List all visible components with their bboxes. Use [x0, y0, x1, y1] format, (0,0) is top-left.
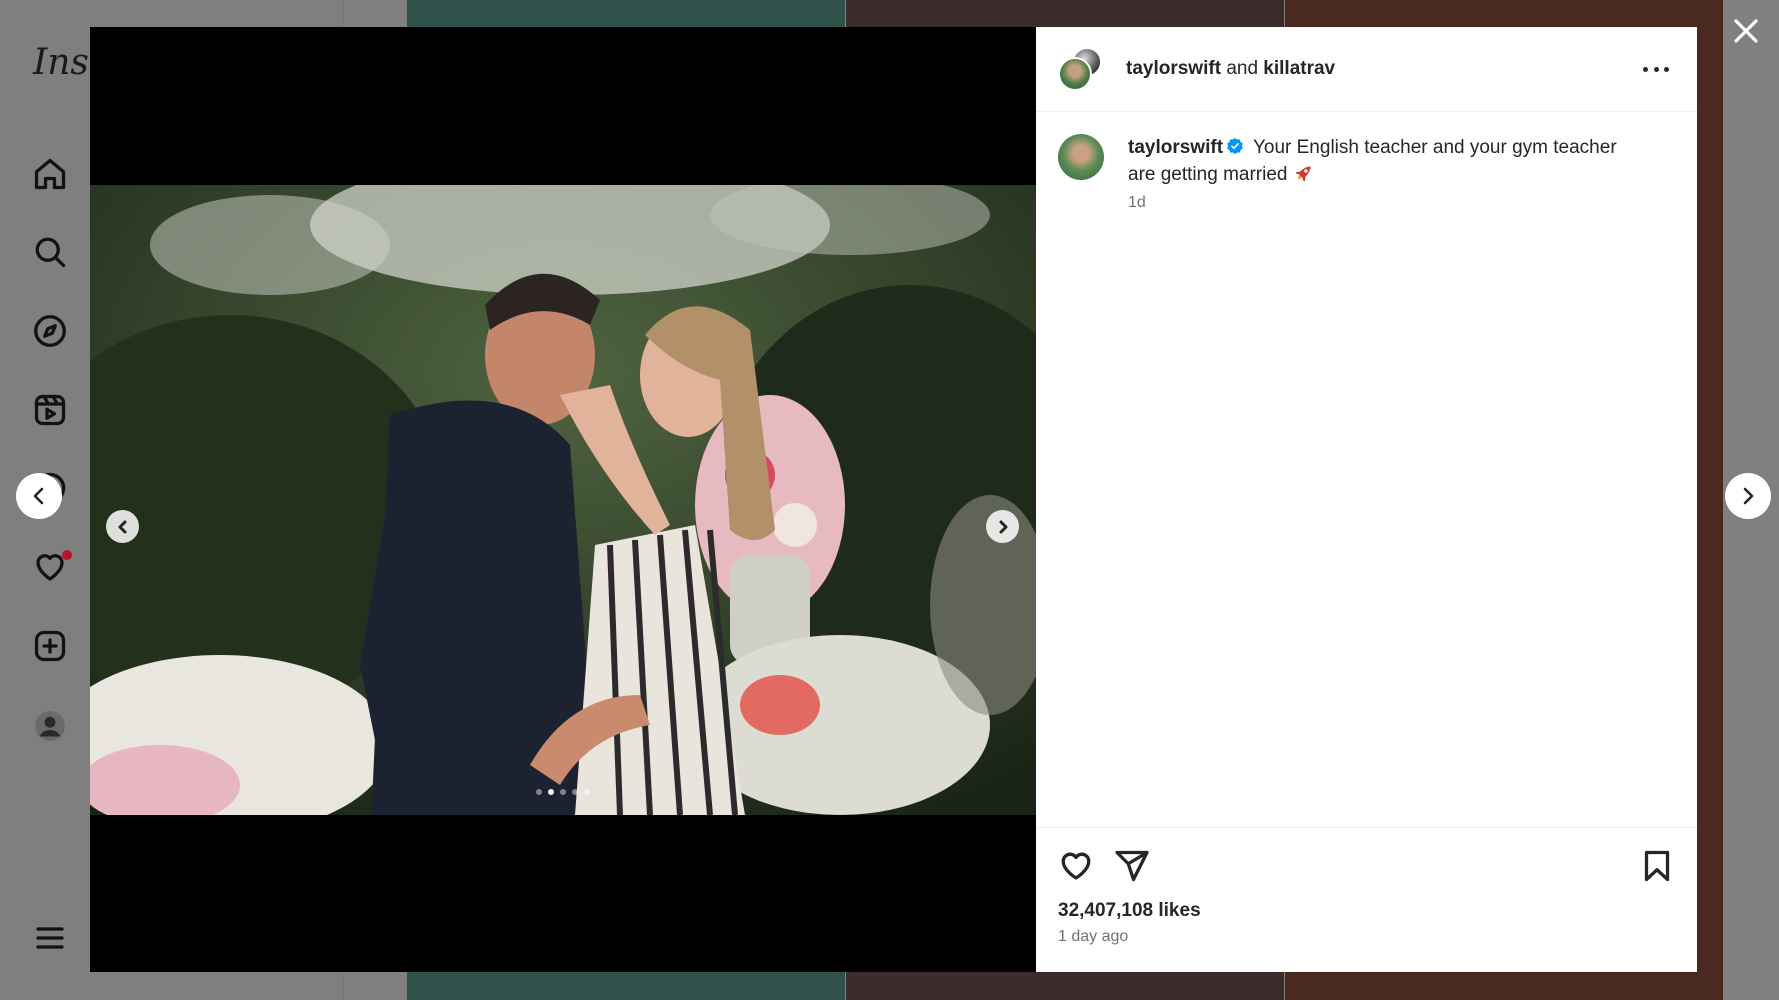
- action-bar: [1058, 846, 1675, 886]
- avatar[interactable]: [1058, 134, 1104, 180]
- coauthor-username[interactable]: killatrav: [1263, 58, 1335, 79]
- carousel-dot: [560, 789, 566, 795]
- chevron-left-icon: [118, 520, 126, 533]
- caption-section: taylorswift Your English teacher and you…: [1036, 112, 1697, 827]
- collab-avatars[interactable]: [1058, 47, 1102, 91]
- bookmark-icon: [1644, 850, 1670, 882]
- carousel-prev-button[interactable]: [106, 510, 139, 543]
- previous-post-button[interactable]: [16, 473, 62, 519]
- explore-compass-icon[interactable]: [32, 313, 68, 349]
- heart-icon: [1061, 852, 1091, 880]
- carousel-dot-active: [548, 789, 554, 795]
- more-options-button[interactable]: [1643, 59, 1669, 79]
- chevron-right-icon: [1743, 487, 1754, 505]
- author-connector: and: [1226, 58, 1264, 79]
- close-modal-button[interactable]: [1731, 16, 1761, 46]
- caption-username[interactable]: taylorswift: [1128, 137, 1223, 158]
- search-icon[interactable]: [32, 234, 68, 270]
- carousel-next-button[interactable]: [986, 510, 1019, 543]
- post-date[interactable]: 1 day ago: [1058, 928, 1675, 946]
- more-dot: [1653, 66, 1659, 72]
- close-icon: [1734, 19, 1758, 43]
- verified-badge-icon: [1227, 137, 1243, 155]
- send-paper-plane-icon: [1115, 850, 1149, 882]
- share-button[interactable]: [1114, 848, 1150, 884]
- notification-dot: [62, 550, 72, 560]
- avatar: [1058, 57, 1092, 91]
- carousel-dot: [584, 789, 590, 795]
- post-actions: 32,407,108 likes 1 day ago: [1036, 827, 1697, 972]
- save-button[interactable]: [1639, 848, 1675, 884]
- carousel-dot: [572, 789, 578, 795]
- create-plus-icon[interactable]: [32, 628, 68, 664]
- caption-text: taylorswift Your English teacher and you…: [1128, 134, 1675, 188]
- post-details-panel: taylorswift and killatrav taylorswift Yo…: [1036, 27, 1697, 972]
- post-media: [90, 27, 1036, 972]
- reels-icon[interactable]: [32, 392, 68, 428]
- rocket-emoji: [1296, 166, 1311, 182]
- menu-hamburger-icon[interactable]: [32, 920, 68, 956]
- post-header: taylorswift and killatrav: [1036, 27, 1697, 112]
- chevron-left-icon: [33, 487, 44, 505]
- next-post-button[interactable]: [1725, 473, 1771, 519]
- carousel-indicator: [90, 789, 1036, 795]
- post-modal: taylorswift and killatrav taylorswift Yo…: [90, 27, 1697, 972]
- likes-count[interactable]: 32,407,108 likes: [1058, 900, 1675, 922]
- chevron-right-icon: [999, 520, 1007, 533]
- more-dot: [1664, 66, 1669, 72]
- caption-row: taylorswift Your English teacher and you…: [1058, 134, 1675, 212]
- post-photo: [90, 185, 1036, 815]
- carousel-dot: [536, 789, 542, 795]
- like-button[interactable]: [1058, 848, 1094, 884]
- caption-timestamp[interactable]: 1d: [1128, 194, 1675, 212]
- more-dot: [1643, 66, 1648, 72]
- author-username[interactable]: taylorswift: [1126, 58, 1221, 79]
- post-authors: taylorswift and killatrav: [1126, 58, 1335, 80]
- profile-avatar-icon[interactable]: [32, 708, 68, 744]
- home-icon[interactable]: [32, 156, 68, 192]
